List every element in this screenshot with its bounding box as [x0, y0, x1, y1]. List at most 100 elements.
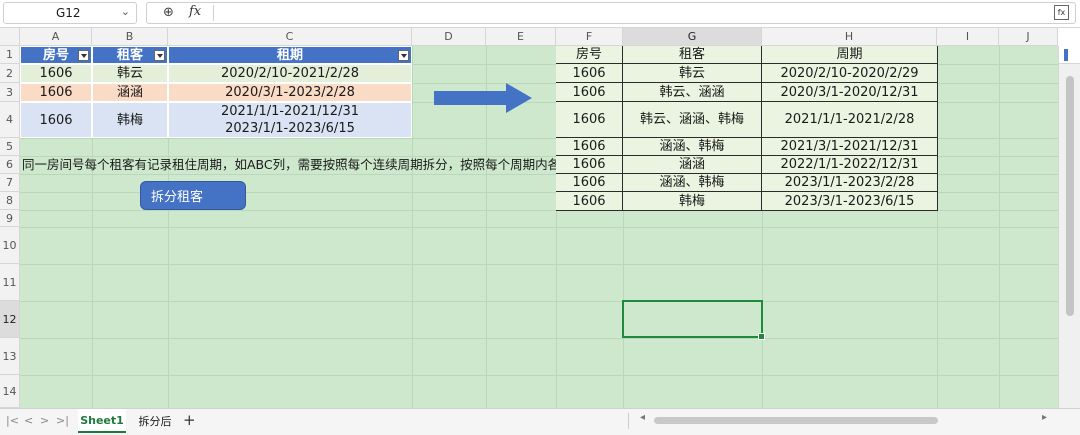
divider [213, 5, 214, 21]
row-header-13[interactable]: 13 [0, 338, 20, 375]
header-label: 租期 [276, 47, 303, 63]
select-all-corner[interactable] [0, 28, 20, 46]
source-cell-period[interactable]: 2020/3/1-2023/2/28 [168, 83, 412, 102]
name-box[interactable]: G12 ⌄ [3, 2, 137, 24]
row-header-3[interactable]: 3 [0, 83, 20, 102]
result-cell-period[interactable]: 2021/3/1-2021/12/31 [762, 138, 938, 156]
source-header-room[interactable]: 房号 [20, 46, 92, 64]
split-tenants-button[interactable]: 拆分租客 [140, 181, 246, 210]
source-cell-tenant[interactable]: 涵涵 [92, 83, 168, 102]
name-box-value: G12 [56, 6, 81, 20]
result-cell-room[interactable]: 1606 [556, 192, 623, 211]
row-header-2[interactable]: 2 [0, 64, 20, 83]
column-header-c[interactable]: C [168, 28, 412, 46]
row-header-8[interactable]: 8 [0, 192, 20, 210]
column-header-e[interactable]: E [486, 28, 556, 46]
gridline [20, 227, 1058, 228]
column-header-a[interactable]: A [20, 28, 92, 46]
row-header-9[interactable]: 9 [0, 210, 20, 227]
column-header-d[interactable]: D [412, 28, 486, 46]
source-cell-period[interactable]: 2020/2/10-2021/2/28 [168, 64, 412, 83]
result-cell-tenant[interactable]: 涵涵、韩梅 [623, 174, 762, 192]
row-header-7[interactable]: 7 [0, 174, 20, 192]
freeze-marker [1059, 46, 1080, 64]
row-header-12[interactable]: 12 [0, 301, 20, 338]
zoom-icon[interactable]: ⊕ [163, 5, 174, 20]
row-header-5[interactable]: 5 [0, 138, 20, 156]
formula-area: ⊕ fx fx [146, 2, 1076, 24]
source-cell-room[interactable]: 1606 [20, 83, 92, 102]
result-cell-tenant[interactable]: 韩云、涵涵 [623, 83, 762, 102]
source-cell-tenant[interactable]: 韩梅 [92, 102, 168, 138]
row-header-4[interactable]: 4 [0, 102, 20, 138]
result-cell-tenant[interactable]: 涵涵 [623, 156, 762, 174]
column-header-i[interactable]: I [937, 28, 999, 46]
result-cell-room[interactable]: 1606 [556, 83, 623, 102]
result-cell-period[interactable]: 2020/3/1-2020/12/31 [762, 83, 938, 102]
gridline [20, 375, 1058, 376]
description-text: 同一房间号每个租客有记录租住周期，如ABC列，需要按照每个连续周期拆分，按照每个… [22, 157, 558, 172]
tab-sheet1[interactable]: Sheet1 [78, 409, 126, 433]
result-cell-room[interactable]: 1606 [556, 102, 623, 138]
result-cell-period[interactable]: 2023/1/1-2023/2/28 [762, 174, 938, 192]
scroll-right-icon[interactable]: ▸ [1042, 412, 1047, 423]
scrollbar-thumb[interactable] [1066, 76, 1074, 316]
chevron-down-icon[interactable]: ⌄ [121, 5, 130, 18]
header-label: 房号 [42, 47, 69, 63]
filter-dropdown-icon[interactable] [154, 50, 165, 61]
period-line: 2023/1/1-2023/6/15 [225, 121, 355, 136]
result-cell-tenant[interactable]: 涵涵、韩梅 [623, 138, 762, 156]
result-cell-tenant[interactable]: 韩云 [623, 64, 762, 83]
sheet-tab-bar: |< < > >| Sheet1 拆分后 + ◂ ▸ [0, 408, 1080, 435]
prev-sheet-icon[interactable]: < [24, 414, 33, 427]
gridline [20, 301, 1058, 302]
row-header-14[interactable]: 14 [0, 375, 20, 408]
source-cell-room[interactable]: 1606 [20, 64, 92, 83]
column-header-g[interactable]: G [623, 28, 762, 46]
source-cell-period[interactable]: 2021/1/1-2021/12/31 2023/1/1-2023/6/15 [168, 102, 412, 138]
result-cell-period[interactable]: 2021/1/1-2021/2/28 [762, 102, 938, 138]
source-cell-tenant[interactable]: 韩云 [92, 64, 168, 83]
add-sheet-icon[interactable]: + [183, 411, 196, 429]
vertical-scrollbar[interactable] [1058, 46, 1080, 408]
result-header-room[interactable]: 房号 [556, 46, 623, 64]
column-header-j[interactable]: J [999, 28, 1058, 46]
right-arrow-icon [434, 83, 532, 113]
fx-icon[interactable]: fx [189, 4, 201, 19]
result-cell-tenant[interactable]: 韩梅 [623, 192, 762, 211]
filter-dropdown-icon[interactable] [398, 50, 409, 61]
result-cell-period[interactable]: 2022/1/1-2022/12/31 [762, 156, 938, 174]
column-header-f[interactable]: F [556, 28, 623, 46]
next-sheet-icon[interactable]: > [40, 414, 49, 427]
source-header-period[interactable]: 租期 [168, 46, 412, 64]
expand-formula-icon[interactable]: fx [1054, 5, 1069, 20]
result-cell-room[interactable]: 1606 [556, 174, 623, 192]
result-cell-room[interactable]: 1606 [556, 64, 623, 83]
filter-dropdown-icon[interactable] [78, 50, 89, 61]
result-cell-period[interactable]: 2023/3/1-2023/6/15 [762, 192, 938, 211]
scroll-left-icon[interactable]: ◂ [640, 412, 645, 423]
result-cell-period[interactable]: 2020/2/10-2020/2/29 [762, 64, 938, 83]
result-header-period[interactable]: 周期 [762, 46, 938, 64]
row-header-11[interactable]: 11 [0, 264, 20, 301]
gridline [20, 338, 1058, 339]
last-sheet-icon[interactable]: >| [56, 414, 69, 427]
formula-bar: G12 ⌄ ⊕ fx fx [0, 0, 1080, 28]
source-cell-room[interactable]: 1606 [20, 102, 92, 138]
gridline [20, 264, 1058, 265]
column-header-h[interactable]: H [762, 28, 937, 46]
horizontal-scrollbar-thumb[interactable] [654, 417, 938, 424]
column-header-b[interactable]: B [92, 28, 168, 46]
result-cell-room[interactable]: 1606 [556, 156, 623, 174]
tab-split-result[interactable]: 拆分后 [132, 409, 178, 433]
row-header-10[interactable]: 10 [0, 227, 20, 264]
source-header-tenant[interactable]: 租客 [92, 46, 168, 64]
result-header-tenant[interactable]: 租客 [623, 46, 762, 64]
result-cell-tenant[interactable]: 韩云、涵涵、韩梅 [623, 102, 762, 138]
result-cell-room[interactable]: 1606 [556, 138, 623, 156]
row-header-6[interactable]: 6 [0, 156, 20, 174]
first-sheet-icon[interactable]: |< [6, 414, 19, 427]
row-header-1[interactable]: 1 [0, 46, 20, 64]
active-cell-selection[interactable] [622, 300, 765, 340]
formula-input[interactable] [219, 4, 1039, 22]
